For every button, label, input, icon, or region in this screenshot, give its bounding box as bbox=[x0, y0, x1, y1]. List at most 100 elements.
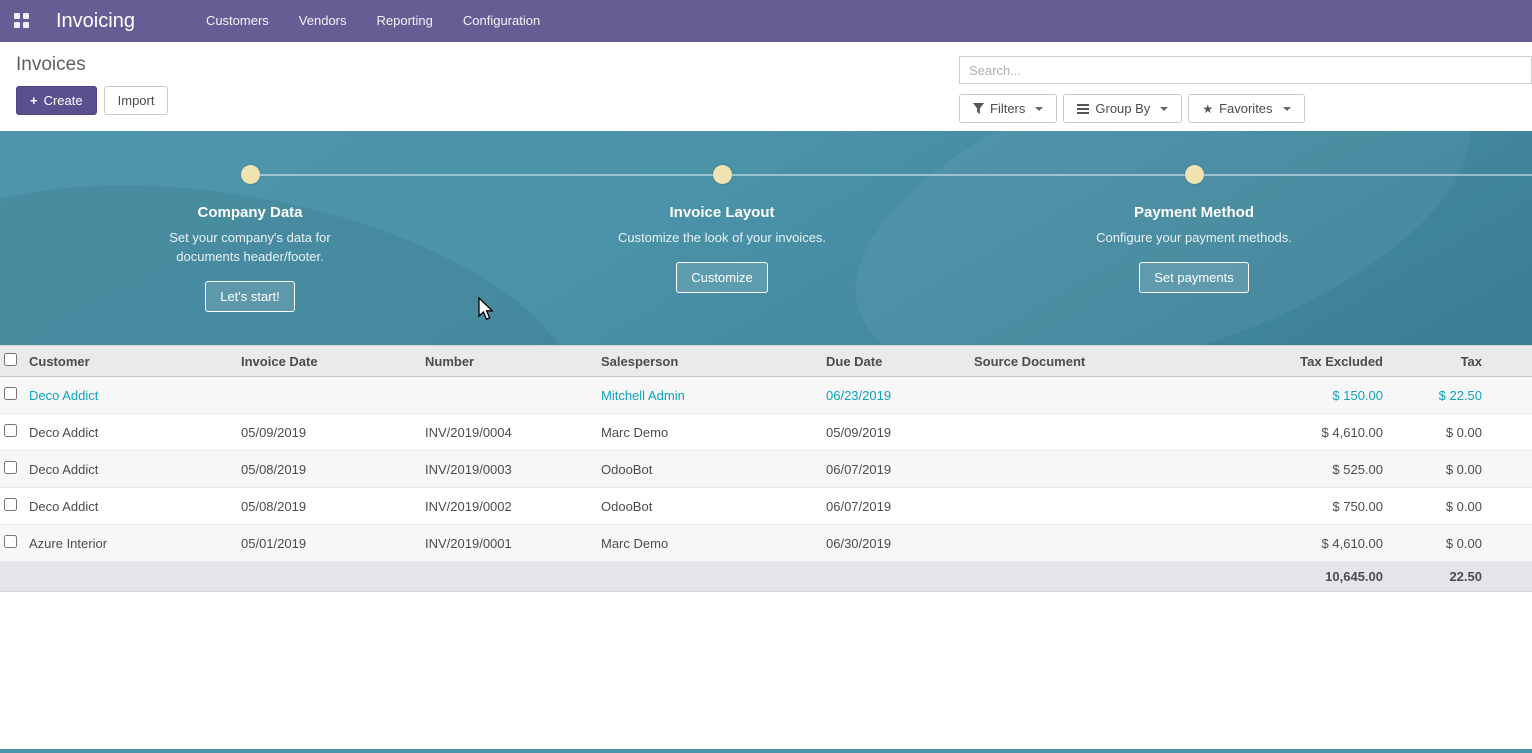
import-button-label: Import bbox=[118, 93, 155, 108]
cell-salesperson: Mitchell Admin bbox=[597, 377, 822, 414]
column-header-tax[interactable]: Tax bbox=[1387, 346, 1532, 377]
cell-tax: $ 22.50 bbox=[1387, 377, 1532, 414]
row-select-cell bbox=[0, 488, 25, 525]
step-title: Invoice Layout bbox=[669, 204, 774, 221]
cell-due-date: 06/07/2019 bbox=[822, 488, 970, 525]
onboarding-step-company-data: Company DataSet your company's data for … bbox=[14, 131, 486, 312]
row-checkbox[interactable] bbox=[4, 461, 17, 474]
cell-number: INV/2019/0003 bbox=[421, 451, 597, 488]
step-title: Payment Method bbox=[1134, 204, 1254, 221]
invoice-row[interactable]: Deco Addict05/09/2019INV/2019/0004Marc D… bbox=[0, 414, 1532, 451]
step-description: Customize the look of your invoices. bbox=[618, 229, 826, 248]
favorites-button[interactable]: ★ Favorites bbox=[1188, 94, 1304, 123]
cell-customer: Deco Addict bbox=[25, 451, 237, 488]
group-by-button-label: Group By bbox=[1095, 101, 1150, 116]
favorites-button-label: Favorites bbox=[1219, 101, 1272, 116]
invoice-row[interactable]: Deco AddictMitchell Admin06/23/2019$ 150… bbox=[0, 377, 1532, 414]
filters-button[interactable]: Filters bbox=[959, 94, 1057, 123]
navbar-menu: CustomersVendorsReportingConfiguration bbox=[191, 0, 555, 42]
row-select-cell bbox=[0, 414, 25, 451]
cell-tax: $ 0.00 bbox=[1387, 451, 1532, 488]
control-panel: Invoices + Create Import Filters Group bbox=[0, 42, 1532, 131]
invoice-table-body: Deco Addict Mitchell Admin06/23/2019 $ 150… bbox=[0, 377, 1532, 562]
table-header-row: CustomerInvoice DateNumberSalespersonDue… bbox=[0, 346, 1532, 377]
cell-source-document bbox=[970, 488, 1219, 525]
row-checkbox[interactable] bbox=[4, 387, 17, 400]
cell-due-date: 05/09/2019 bbox=[822, 414, 970, 451]
create-button-label: Create bbox=[44, 93, 83, 108]
column-header-due-date[interactable]: Due Date bbox=[822, 346, 970, 377]
cell-number: INV/2019/0004 bbox=[421, 414, 597, 451]
search-options-row: Filters Group By ★ Favorites bbox=[959, 94, 1532, 123]
row-select-cell bbox=[0, 451, 25, 488]
row-select-cell bbox=[0, 377, 25, 414]
invoice-table: CustomerInvoice DateNumberSalespersonDue… bbox=[0, 345, 1532, 592]
step-button-let-s-start[interactable]: Let's start! bbox=[205, 281, 295, 312]
column-header-customer[interactable]: Customer bbox=[25, 346, 237, 377]
column-header-source-document[interactable]: Source Document bbox=[970, 346, 1219, 377]
select-all-cell bbox=[0, 346, 25, 377]
menu-item-configuration[interactable]: Configuration bbox=[448, 0, 555, 42]
cell-tax: $ 0.00 bbox=[1387, 488, 1532, 525]
menu-item-customers[interactable]: Customers bbox=[191, 0, 284, 42]
row-checkbox[interactable] bbox=[4, 535, 17, 548]
cell-customer: Deco Addict bbox=[25, 414, 237, 451]
row-checkbox[interactable] bbox=[4, 424, 17, 437]
step-dot bbox=[1185, 165, 1204, 184]
cell-tax-excluded: $ 150.00 bbox=[1219, 377, 1387, 414]
chevron-down-icon bbox=[1160, 107, 1168, 111]
star-icon: ★ bbox=[1202, 102, 1213, 116]
app-name[interactable]: Invoicing bbox=[56, 10, 135, 33]
row-select-cell bbox=[0, 525, 25, 562]
import-button[interactable]: Import bbox=[104, 86, 169, 115]
table-footer-row: 10,645.00 22.50 bbox=[0, 562, 1532, 592]
app-window: Invoicing CustomersVendorsReportingConfi… bbox=[0, 0, 1532, 753]
invoice-row[interactable]: Azure Interior05/01/2019INV/2019/0001Mar… bbox=[0, 525, 1532, 562]
apps-grid-square bbox=[23, 22, 29, 28]
apps-grid-square bbox=[14, 22, 20, 28]
cell-number: INV/2019/0002 bbox=[421, 488, 597, 525]
onboarding-step-payment-method: Payment MethodConfigure your payment met… bbox=[958, 131, 1430, 312]
footer-total-tax-excluded: 10,645.00 bbox=[1219, 562, 1387, 592]
cell-invoice-date: 05/08/2019 bbox=[237, 488, 421, 525]
column-header-invoice-date[interactable]: Invoice Date bbox=[237, 346, 421, 377]
cell-tax: $ 0.00 bbox=[1387, 525, 1532, 562]
group-by-button[interactable]: Group By bbox=[1063, 94, 1182, 123]
cell-invoice-date: 05/08/2019 bbox=[237, 451, 421, 488]
list-icon bbox=[1077, 104, 1089, 114]
cell-tax-excluded: $ 750.00 bbox=[1219, 488, 1387, 525]
cell-salesperson: OdooBot bbox=[597, 488, 822, 525]
top-navbar: Invoicing CustomersVendorsReportingConfi… bbox=[0, 0, 1532, 42]
onboarding-steps: Company DataSet your company's data for … bbox=[0, 131, 1430, 312]
invoice-row[interactable]: Deco Addict05/08/2019INV/2019/0002OdooBo… bbox=[0, 488, 1532, 525]
cell-tax-excluded: $ 4,610.00 bbox=[1219, 414, 1387, 451]
create-button[interactable]: + Create bbox=[16, 86, 97, 115]
column-header-number[interactable]: Number bbox=[421, 346, 597, 377]
cell-number: INV/2019/0001 bbox=[421, 525, 597, 562]
cell-tax: $ 0.00 bbox=[1387, 414, 1532, 451]
onboarding-banner: Company DataSet your company's data for … bbox=[0, 131, 1532, 345]
menu-item-vendors[interactable]: Vendors bbox=[284, 0, 362, 42]
cell-customer: Deco Addict bbox=[25, 488, 237, 525]
invoice-row[interactable]: Deco Addict05/08/2019INV/2019/0003OdooBo… bbox=[0, 451, 1532, 488]
footer-total-tax: 22.50 bbox=[1387, 562, 1532, 592]
step-button-customize[interactable]: Customize bbox=[676, 262, 767, 293]
cell-due-date: 06/23/2019 bbox=[822, 377, 970, 414]
row-checkbox[interactable] bbox=[4, 498, 17, 511]
column-header-tax-excluded[interactable]: Tax Excluded bbox=[1219, 346, 1387, 377]
cell-salesperson: Marc Demo bbox=[597, 525, 822, 562]
step-button-set-payments[interactable]: Set payments bbox=[1139, 262, 1249, 293]
menu-item-reporting[interactable]: Reporting bbox=[362, 0, 448, 42]
cell-invoice-date: 05/09/2019 bbox=[237, 414, 421, 451]
apps-menu-icon[interactable] bbox=[14, 13, 30, 29]
cell-tax-excluded: $ 525.00 bbox=[1219, 451, 1387, 488]
cell-salesperson: OdooBot bbox=[597, 451, 822, 488]
step-dot bbox=[241, 165, 260, 184]
cell-tax-excluded: $ 4,610.00 bbox=[1219, 525, 1387, 562]
chevron-down-icon bbox=[1283, 107, 1291, 111]
select-all-checkbox[interactable] bbox=[4, 353, 17, 366]
cell-customer: Azure Interior bbox=[25, 525, 237, 562]
step-dot bbox=[713, 165, 732, 184]
column-header-salesperson[interactable]: Salesperson bbox=[597, 346, 822, 377]
search-input[interactable] bbox=[959, 56, 1532, 84]
